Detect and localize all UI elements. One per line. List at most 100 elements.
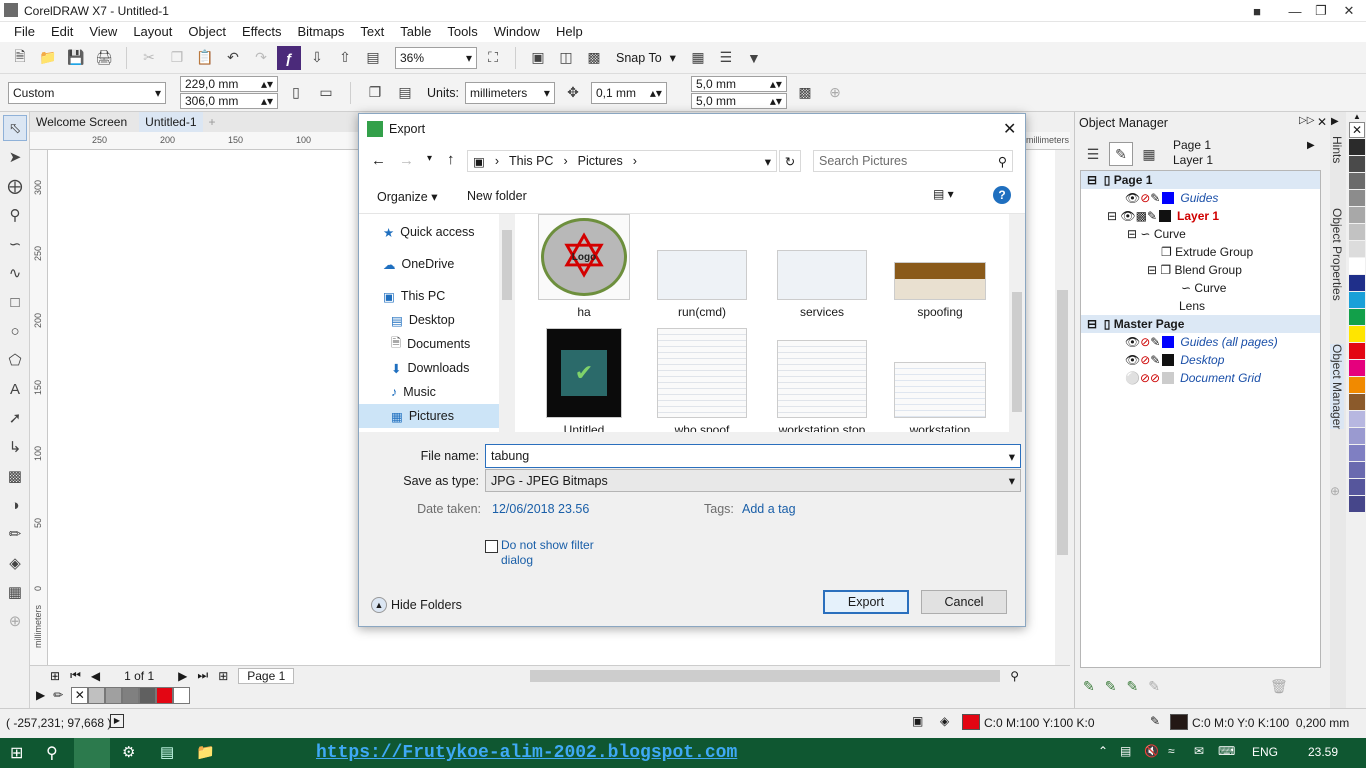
copy-icon[interactable]: ❐	[165, 46, 189, 70]
all-pages-icon[interactable]: ❐	[363, 81, 387, 105]
app-taskbar-icon[interactable]: ⚙	[122, 743, 135, 761]
file-explorer-icon[interactable]: 📁	[196, 743, 215, 761]
menu-text[interactable]: Text	[352, 22, 392, 42]
new-master-layer-icon[interactable]: ✎	[1105, 678, 1117, 695]
forward-arrow-icon[interactable]: →	[399, 152, 414, 169]
refresh-icon[interactable]: ↻	[779, 150, 801, 172]
fill-color-swatch[interactable]	[962, 714, 980, 730]
new-tab-icon[interactable]: +	[203, 112, 222, 132]
file-item-ha[interactable]: ✡ Logo ha	[529, 214, 639, 319]
add-icon[interactable]: ⊕	[823, 81, 847, 105]
tab-untitled-1[interactable]: Untitled-1	[139, 112, 203, 132]
chevron-down-icon[interactable]: ▾	[1009, 449, 1015, 464]
search-content-icon[interactable]: ƒ	[277, 45, 301, 70]
palette-color-swatch[interactable]	[1349, 326, 1365, 342]
palette-color-swatch[interactable]	[1349, 394, 1365, 410]
do-not-show-filter-label-2[interactable]: dialog	[501, 553, 533, 567]
menu-help[interactable]: Help	[548, 22, 591, 42]
tree-row-layer-1[interactable]: ⊟ 👁 ▩ ✎ Layer 1	[1081, 207, 1320, 225]
menu-tools[interactable]: Tools	[439, 22, 485, 42]
network-icon[interactable]: ▤	[1120, 744, 1131, 758]
current-page-layers-icon[interactable]: ✎	[1109, 142, 1133, 166]
artistic-media-icon[interactable]: ∿	[3, 260, 27, 286]
eyedropper-tool-icon[interactable]: ✏	[3, 521, 27, 547]
palette-color-swatch[interactable]	[1349, 343, 1365, 359]
landscape-icon[interactable]: ▭	[314, 81, 338, 105]
collapse-icon[interactable]: ⊟	[1087, 317, 1097, 331]
add-tag-link[interactable]: Add a tag	[742, 502, 796, 516]
import-icon[interactable]: ⇩	[305, 46, 329, 70]
palette-color-swatch[interactable]	[1349, 258, 1365, 274]
palette-color-swatch[interactable]	[1349, 241, 1365, 257]
welcome-screen-icon[interactable]: ▦	[686, 46, 710, 70]
open-icon[interactable]: 📁	[36, 46, 60, 70]
duplicate-y-input[interactable]: 5,0 mm ▴▾	[690, 93, 787, 109]
palette-color-swatch[interactable]	[1349, 360, 1365, 376]
close-button[interactable]: ✕	[1332, 0, 1366, 22]
move-layer-icon[interactable]: ✎	[1148, 678, 1160, 695]
file-item-spoofing[interactable]: spoofing	[885, 262, 995, 319]
palette-color-swatch[interactable]	[1349, 496, 1365, 512]
language-indicator[interactable]: ENG	[1252, 745, 1278, 759]
hide-folders-button[interactable]: Hide Folders	[391, 598, 462, 612]
eye-icon[interactable]: 👁	[1125, 335, 1140, 349]
next-page-icon[interactable]: ▶	[178, 669, 187, 683]
collapse-icon[interactable]: ⊟	[1107, 209, 1117, 223]
zoom-tool-icon[interactable]: ⚲	[3, 202, 27, 228]
chevron-down-icon[interactable]: ▾	[765, 154, 771, 169]
do-not-show-filter-checkbox[interactable]	[485, 540, 498, 553]
user-icon[interactable]: ■	[1240, 0, 1274, 22]
color-proof-icon[interactable]: ▣	[912, 714, 923, 728]
add-docker-icon[interactable]: ⊕	[1330, 484, 1340, 498]
back-arrow-icon[interactable]: ←	[371, 152, 386, 169]
new-folder-button[interactable]: New folder	[467, 189, 527, 203]
file-item-workstation[interactable]: workstation	[885, 362, 995, 432]
zoom-fit-icon[interactable]: ⛶	[481, 46, 505, 70]
file-item-untitled[interactable]: ✔ Untitled	[529, 328, 639, 432]
collapse-icon[interactable]: ⊟	[1127, 227, 1137, 241]
options-icon[interactable]: ☰	[714, 46, 738, 70]
file-item-who-spoof[interactable]: who spoof	[647, 328, 757, 432]
collapse-icon[interactable]: ⊟	[1087, 173, 1097, 187]
file-item-run-cmd[interactable]: run(cmd)	[647, 250, 757, 319]
layer-manager-view-icon[interactable]: ☰	[1081, 142, 1105, 166]
crop-tool-icon[interactable]: ⨁	[3, 173, 27, 199]
locked-icon[interactable]: ⊘	[1150, 371, 1160, 385]
redo-icon[interactable]: ↷	[249, 46, 273, 70]
date-taken-value[interactable]: 12/06/2018 23.56	[492, 502, 589, 516]
tab-object-manager[interactable]: Object Manager	[1330, 344, 1344, 430]
nav-downloads[interactable]: ⬇ Downloads	[359, 356, 499, 380]
file-name-input[interactable]: tabung ▾	[485, 444, 1021, 468]
shape-tool-icon[interactable]: ➤	[3, 144, 27, 170]
doc-color-swatch[interactable]	[173, 686, 191, 704]
view-options-icon[interactable]: ▤ ▾	[933, 187, 954, 201]
palette-color-swatch[interactable]	[1349, 428, 1365, 444]
doc-color-swatch[interactable]	[88, 686, 106, 704]
collapse-icon[interactable]: ⊟	[1147, 263, 1157, 277]
pencil-icon[interactable]: ✎	[1147, 209, 1157, 223]
page-width-input[interactable]: 229,0 mm ▴▾	[180, 76, 278, 92]
paste-icon[interactable]: 📋	[193, 46, 217, 70]
last-page-icon[interactable]: ⏭	[197, 668, 208, 683]
show-grid-icon[interactable]: ▩	[582, 46, 606, 70]
nav-this-pc[interactable]: ▣ This PC	[359, 284, 499, 308]
tree-row-lens[interactable]: Lens	[1081, 297, 1320, 315]
new-layer-icon[interactable]: ✎	[1083, 678, 1095, 695]
units-select[interactable]: millimeters ▾	[464, 81, 555, 104]
save-as-type-select[interactable]: JPG - JPEG Bitmaps ▾	[485, 469, 1021, 492]
doc-color-swatch[interactable]	[105, 686, 123, 704]
tree-row-curve[interactable]: ⊟ ∽ Curve	[1081, 225, 1320, 243]
menu-bitmaps[interactable]: Bitmaps	[289, 22, 352, 42]
hidden-eye-icon[interactable]: ⚪	[1125, 371, 1140, 385]
wifi-icon[interactable]: ≈	[1168, 744, 1175, 758]
text-tool-icon[interactable]: A	[3, 376, 27, 402]
no-color-swatch[interactable]: ✕	[1349, 122, 1365, 138]
horizontal-scrollbar[interactable]	[530, 669, 1001, 682]
dialog-close-icon[interactable]: ✕	[1003, 119, 1016, 139]
print-icon[interactable]: 🖨	[92, 46, 116, 70]
freehand-tool-icon[interactable]: ∽	[3, 231, 27, 257]
breadcrumb-pictures[interactable]: Pictures	[578, 154, 623, 168]
windows-start-icon[interactable]: ⊞	[10, 743, 23, 763]
page-tab-page-1[interactable]: Page 1	[238, 667, 295, 684]
first-page-icon[interactable]: ⏮	[70, 668, 81, 683]
